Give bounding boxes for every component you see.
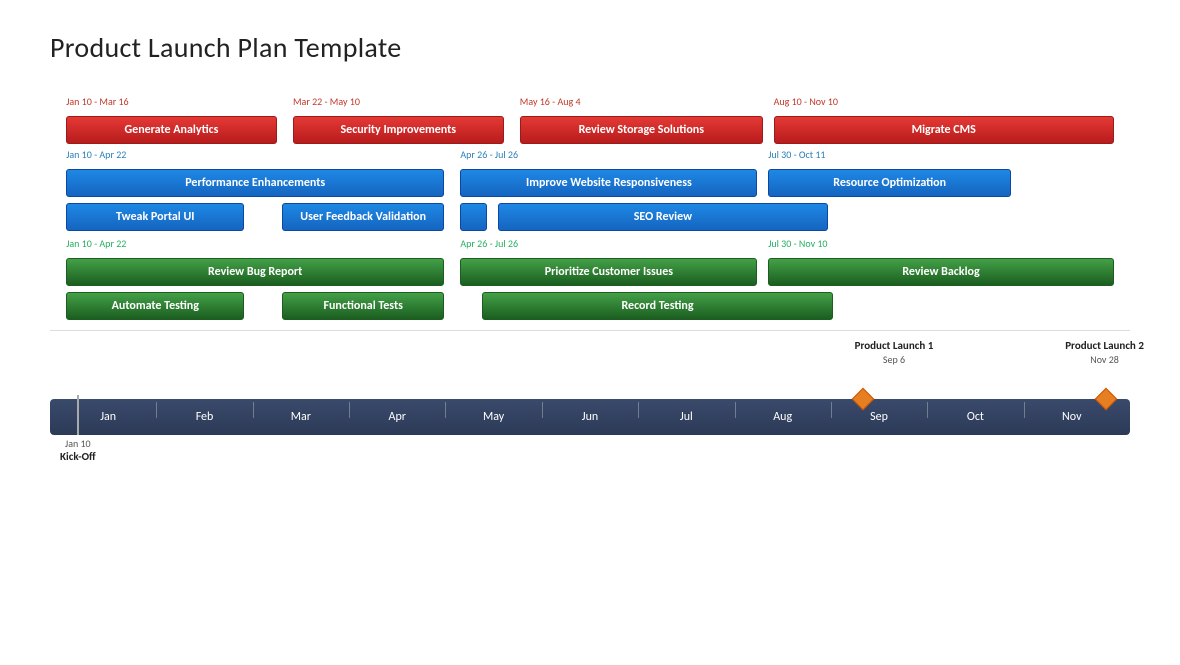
- bar-user-feedback: User Feedback Validation: [282, 203, 444, 231]
- bar-review-backlog: Review Backlog: [768, 258, 1114, 286]
- blue-bars-row2: Tweak Portal UI User Feedback Validation…: [50, 199, 1130, 229]
- bar-record-testing: Record Testing: [482, 292, 833, 320]
- green-bars-row2: Automate Testing Functional Tests Record…: [50, 288, 1130, 318]
- date-label-3: May 16 - Aug 4: [520, 95, 581, 108]
- month-may: May: [445, 410, 541, 424]
- bar-seo-review: SEO Review: [498, 203, 827, 231]
- blue-date-labels-row1: Jan 10 - Apr 22 Apr 26 - Jul 26 Jul 30 -…: [50, 148, 1130, 164]
- bar-functional-tests: Functional Tests: [282, 292, 444, 320]
- timeline-bar: Jan Feb Mar Apr May Jun Jul Aug Sep Oct …: [50, 399, 1130, 435]
- launch-1-diamond: [851, 388, 874, 411]
- green-date-label-3: Jul 30 - Nov 10: [768, 237, 827, 250]
- blue-date-label-2: Apr 26 - Jul 26: [460, 148, 518, 161]
- date-label-2: Mar 22 - May 10: [293, 95, 360, 108]
- bar-seo-stub: [460, 203, 487, 231]
- blue-bars-row1: Performance Enhancements Improve Website…: [50, 165, 1130, 195]
- timeline-months: Jan Feb Mar Apr May Jun Jul Aug Sep Oct …: [50, 410, 1130, 424]
- launch-1-date: Sep 6: [883, 353, 905, 366]
- blue-date-label-1: Jan 10 - Apr 22: [66, 148, 126, 161]
- kickoff-date-label: Jan 10: [65, 437, 91, 450]
- date-label-1: Jan 10 - Mar 16: [66, 95, 128, 108]
- bar-resource-optimization: Resource Optimization: [768, 169, 1011, 197]
- month-aug: Aug: [735, 410, 831, 424]
- bar-review-storage: Review Storage Solutions: [520, 116, 763, 144]
- bar-review-bug-report: Review Bug Report: [66, 258, 444, 286]
- kickoff-marker: Jan 10 Kick-Off: [60, 399, 96, 463]
- green-date-label-2: Apr 26 - Jul 26: [460, 237, 518, 250]
- month-oct: Oct: [927, 410, 1023, 424]
- month-jul: Jul: [638, 410, 734, 424]
- blue-date-label-3: Jul 30 - Oct 11: [768, 148, 825, 161]
- month-jun: Jun: [542, 410, 638, 424]
- green-bars-row1: Review Bug Report Prioritize Customer Is…: [50, 254, 1130, 284]
- gantt-area: Jan 10 - Mar 16 Mar 22 - May 10 May 16 -…: [50, 95, 1130, 435]
- red-date-labels-row: Jan 10 - Mar 16 Mar 22 - May 10 May 16 -…: [50, 95, 1130, 111]
- bar-migrate-cms: Migrate CMS: [774, 116, 1114, 144]
- page-container: Product Launch Plan Template Jan 10 - Ma…: [0, 0, 1180, 665]
- launch-2-name: Product Launch 2: [1065, 339, 1144, 352]
- bar-generate-analytics: Generate Analytics: [66, 116, 277, 144]
- launch-2-diamond-container: [1098, 391, 1114, 407]
- launch-2-marker: Product Launch 2 Nov 28: [1065, 339, 1144, 366]
- date-label-4: Aug 10 - Nov 10: [774, 95, 838, 108]
- month-sep: Sep: [831, 410, 927, 424]
- bar-security-improvements: Security Improvements: [293, 116, 504, 144]
- bar-tweak-portal: Tweak Portal UI: [66, 203, 244, 231]
- kickoff-label: Kick-Off: [60, 450, 96, 463]
- launch-1-name: Product Launch 1: [855, 339, 934, 352]
- timeline-container: Jan Feb Mar Apr May Jun Jul Aug Sep Oct …: [50, 399, 1130, 435]
- launch-1-diamond-container: [855, 391, 871, 407]
- launch-2-date: Nov 28: [1090, 353, 1119, 366]
- month-feb: Feb: [156, 410, 252, 424]
- green-date-label-1: Jan 10 - Apr 22: [66, 237, 126, 250]
- launch-1-marker: Product Launch 1 Sep 6: [855, 339, 934, 366]
- kickoff-line: [77, 395, 79, 435]
- milestone-area: Product Launch 1 Sep 6 Product Launch 2 …: [50, 339, 1130, 399]
- month-nov: Nov: [1024, 410, 1120, 424]
- month-mar: Mar: [253, 410, 349, 424]
- red-bars-row: Generate Analytics Security Improvements…: [50, 112, 1130, 142]
- bar-improve-website: Improve Website Responsiveness: [460, 169, 757, 197]
- launch-2-diamond: [1094, 388, 1117, 411]
- page-title: Product Launch Plan Template: [50, 30, 1130, 65]
- bar-performance-enhancements: Performance Enhancements: [66, 169, 444, 197]
- section-separator: [50, 330, 1130, 331]
- bar-automate-testing: Automate Testing: [66, 292, 244, 320]
- green-date-labels-row: Jan 10 - Apr 22 Apr 26 - Jul 26 Jul 30 -…: [50, 237, 1130, 253]
- bar-prioritize-customer: Prioritize Customer Issues: [460, 258, 757, 286]
- month-apr: Apr: [349, 410, 445, 424]
